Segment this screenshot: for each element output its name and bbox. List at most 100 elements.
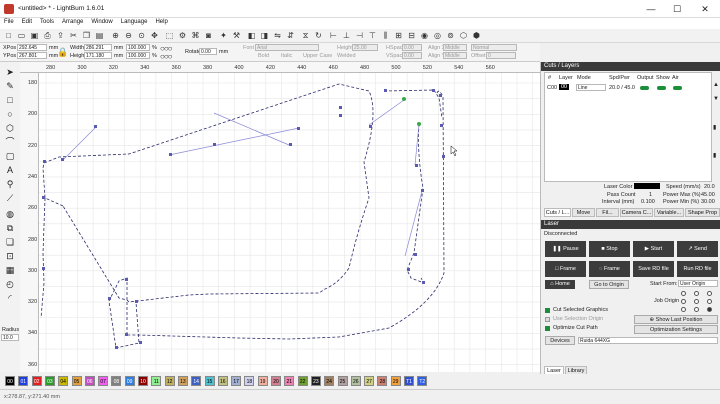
job-origin-radio[interactable]: [681, 299, 686, 304]
palette-swatch-17[interactable]: 17: [231, 376, 242, 386]
draw-lines-icon[interactable]: ⌒: [4, 136, 16, 148]
anchor-grid-icon[interactable]: ○○○: [160, 52, 172, 61]
tab-move[interactable]: Move: [572, 208, 595, 217]
palette-swatch-15[interactable]: 15: [204, 376, 215, 386]
upper-case-checkbox[interactable]: Upper Case: [303, 53, 332, 59]
import-icon[interactable]: ⎙: [42, 30, 53, 41]
offset-icon[interactable]: ⊚: [445, 30, 456, 41]
path-node[interactable]: [43, 160, 46, 163]
job-origin-radio[interactable]: [681, 307, 686, 312]
align-top-icon[interactable]: ⊤: [367, 30, 378, 41]
canvas-svg[interactable]: [39, 73, 540, 372]
move-down-icon[interactable]: ▼: [713, 96, 719, 102]
vspace-input[interactable]: 0.00: [402, 52, 422, 59]
zoom-in-icon[interactable]: ⊕: [110, 30, 121, 41]
laser-icon[interactable]: ✦: [218, 30, 229, 41]
path-node[interactable]: [369, 125, 372, 128]
send-button[interactable]: ↗ Send: [677, 241, 718, 257]
laser-color-swatch[interactable]: [634, 183, 660, 189]
devices-button[interactable]: Devices: [545, 336, 575, 345]
palette-swatch-25[interactable]: 25: [337, 376, 348, 386]
job-origin-radio[interactable]: [694, 307, 699, 312]
camera-icon[interactable]: ◙: [203, 30, 214, 41]
group-icon[interactable]: ◧: [246, 30, 257, 41]
rotate-icon[interactable]: ↻: [313, 30, 324, 41]
palette-swatch-T2[interactable]: T2: [417, 376, 428, 386]
job-origin-radio-selected[interactable]: [707, 307, 712, 312]
welded-checkbox[interactable]: Welded: [337, 53, 356, 59]
path-node[interactable]: [414, 253, 417, 256]
device-select[interactable]: Ruida 644XG: [578, 337, 718, 344]
menu-tools[interactable]: Tools: [36, 18, 58, 26]
path-node[interactable]: [432, 89, 435, 92]
path-node[interactable]: [415, 164, 418, 167]
font-select[interactable]: Arial: [255, 44, 319, 51]
select-arrow-icon[interactable]: ➤: [4, 66, 16, 78]
palette-swatch-06[interactable]: 06: [84, 376, 95, 386]
palette-swatch-05[interactable]: 05: [71, 376, 82, 386]
show-toggle[interactable]: [657, 86, 666, 90]
path-node[interactable]: [421, 189, 424, 192]
palette-swatch-12[interactable]: 12: [164, 376, 175, 386]
palette-swatch-01[interactable]: 01: [18, 376, 29, 386]
save-rd-button[interactable]: Save RD file: [633, 261, 674, 277]
shape-path[interactable]: [40, 83, 458, 349]
italic-checkbox[interactable]: Italic: [281, 53, 292, 59]
measure-icon[interactable]: ⟋: [4, 192, 16, 204]
scale-width-input[interactable]: 100.000: [126, 44, 150, 51]
menu-edit[interactable]: Edit: [18, 18, 36, 26]
flip-v-icon[interactable]: ⇵: [285, 30, 296, 41]
move-icon[interactable]: ✥: [149, 30, 160, 41]
path-node[interactable]: [42, 267, 45, 270]
job-origin-radio[interactable]: [707, 291, 712, 296]
tab-camera-control[interactable]: Camera C...: [620, 208, 653, 217]
show-last-position-button[interactable]: ⊕ Show Last Position: [634, 315, 718, 324]
lock-icon[interactable]: 🔒: [57, 47, 68, 58]
top-right-path[interactable]: [383, 89, 443, 119]
zoom-fit-icon[interactable]: ⊙: [136, 30, 147, 41]
palette-swatch-07[interactable]: 07: [98, 376, 109, 386]
fillet-icon[interactable]: ◜: [4, 292, 16, 304]
grid-array-icon[interactable]: ▦: [4, 264, 16, 276]
copy-icon[interactable]: ❐: [81, 30, 92, 41]
text-mode-select[interactable]: Normal: [471, 44, 517, 51]
mirror-icon[interactable]: ⧖: [300, 30, 311, 41]
palette-swatch-14[interactable]: 14: [191, 376, 202, 386]
selected-node[interactable]: [402, 97, 406, 101]
path-node[interactable]: [384, 89, 387, 92]
trace-icon[interactable]: ⌘: [190, 30, 201, 41]
path-node[interactable]: [289, 143, 292, 146]
height-input[interactable]: 171.180: [84, 52, 112, 59]
settings-icon[interactable]: ⚙: [177, 30, 188, 41]
optimization-settings-button[interactable]: Optimization Settings: [634, 325, 718, 334]
control-handle[interactable]: [404, 190, 423, 257]
dock-icon[interactable]: ⊞: [393, 30, 404, 41]
frame-icon[interactable]: ⬚: [164, 30, 175, 41]
output-toggle[interactable]: [640, 86, 649, 90]
design-canvas[interactable]: [39, 73, 540, 372]
inner-curve-path[interactable]: [406, 123, 425, 284]
path-node[interactable]: [339, 106, 342, 109]
job-origin-radio[interactable]: [694, 291, 699, 296]
outline-path[interactable]: [42, 83, 374, 303]
job-origin-radio[interactable]: [707, 299, 712, 304]
rotate-input[interactable]: 0.00: [199, 48, 217, 55]
tab-shape-properties[interactable]: Shape Prop: [685, 208, 720, 217]
path-node[interactable]: [339, 114, 342, 117]
path-node[interactable]: [169, 153, 172, 156]
flip-h-icon[interactable]: ⇋: [272, 30, 283, 41]
align-right-icon[interactable]: ⊣: [354, 30, 365, 41]
palette-swatch-02[interactable]: 02: [31, 376, 42, 386]
rect-frame-icon[interactable]: ▢: [4, 150, 16, 162]
start-from-select[interactable]: User Origin: [678, 280, 718, 287]
open-folder-icon[interactable]: ▭: [16, 30, 27, 41]
tab-file-list[interactable]: Fil...: [596, 208, 619, 217]
palette-swatch-10[interactable]: 10: [138, 376, 148, 386]
path-node[interactable]: [297, 127, 300, 130]
path-node[interactable]: [135, 300, 138, 303]
tools-icon[interactable]: ⚒: [231, 30, 242, 41]
close-button[interactable]: ✕: [694, 2, 716, 16]
palette-swatch-29[interactable]: 29: [390, 376, 401, 386]
palette-swatch-19[interactable]: 19: [257, 376, 268, 386]
palette-swatch-18[interactable]: 18: [244, 376, 255, 386]
